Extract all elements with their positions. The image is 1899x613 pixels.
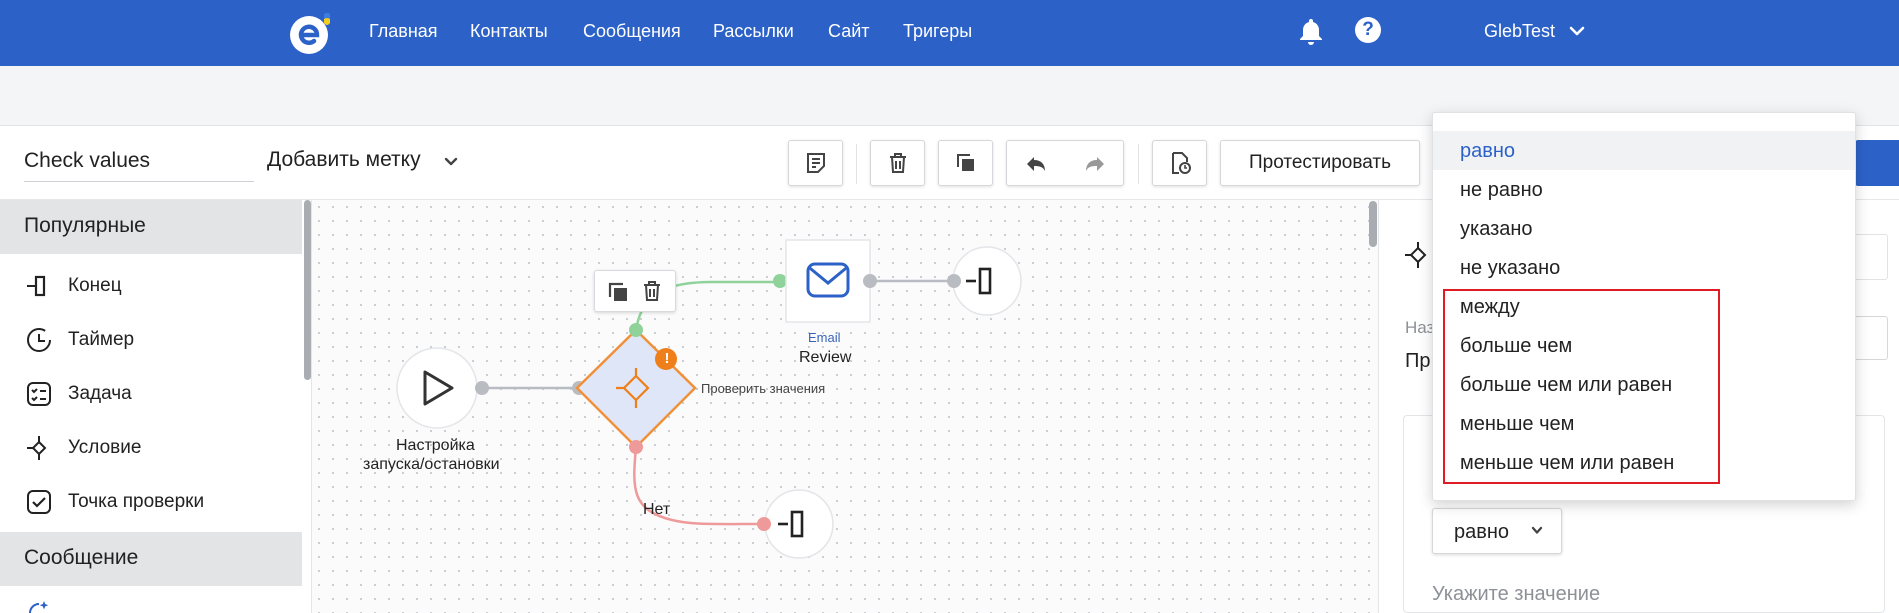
end-node-top-port	[947, 274, 961, 288]
end-icon	[24, 271, 54, 301]
test-button[interactable]: Протестировать	[1220, 140, 1420, 186]
sidebar-item-label: Задача	[68, 383, 132, 404]
dropdown-option-specified[interactable]: указано	[1433, 209, 1855, 248]
chevron-down-icon[interactable]	[1569, 25, 1585, 37]
sidebar-scrollbar[interactable]	[304, 200, 311, 380]
chevron-down-icon[interactable]	[443, 156, 459, 168]
email-node-type: Email	[808, 330, 841, 345]
help-icon[interactable]: ?	[1355, 17, 1381, 43]
end-node-top	[952, 246, 1022, 316]
dropdown-option-not-equals[interactable]: не равно	[1433, 170, 1855, 209]
chevron-down-icon[interactable]	[1530, 526, 1544, 536]
sidebar-section-message[interactable]: Сообщение	[0, 532, 302, 586]
email-node-out-port	[863, 274, 877, 288]
node-action-toolbar	[594, 270, 676, 312]
redo-button[interactable]	[1065, 141, 1124, 187]
sidebar-item-label: Точка проверки	[68, 491, 205, 512]
value-input[interactable]: Укажите значение	[1432, 583, 1600, 606]
flow-graph	[396, 239, 1022, 559]
copy-button[interactable]	[938, 140, 993, 186]
document-history-icon	[1171, 152, 1191, 174]
email-node	[785, 239, 871, 323]
user-menu[interactable]: GlebTest	[1484, 21, 1555, 42]
warning-icon: !	[664, 350, 670, 367]
sidebar-item-timer[interactable]: Таймер	[24, 325, 134, 355]
timer-icon	[24, 325, 54, 355]
condition-node-label: Проверить значения	[701, 381, 826, 396]
checkpoint-icon	[24, 487, 54, 517]
condition-node	[575, 328, 697, 449]
end-node-bottom-port	[757, 517, 771, 531]
toolbar-divider	[1138, 144, 1139, 184]
delete-button[interactable]	[870, 140, 925, 186]
email-node-in-port	[773, 274, 787, 288]
highlight-annotation-box	[1443, 289, 1720, 484]
dropdown-option-equals[interactable]: равно	[1433, 131, 1855, 170]
scenario-title-input[interactable]: Check values	[24, 146, 254, 182]
nav-messages[interactable]: Сообщения	[583, 21, 681, 42]
name-field-value[interactable]: Пр	[1405, 350, 1431, 373]
dropdown-option-not-specified[interactable]: не указано	[1433, 248, 1855, 287]
nav-triggers[interactable]: Тригеры	[903, 21, 972, 42]
sidebar-item-label: Таймер	[68, 329, 135, 350]
condition-icon	[24, 433, 54, 463]
name-field-label: Наз	[1405, 318, 1435, 337]
condition-no-port	[629, 440, 643, 454]
sidebar-item-label: Конец	[68, 275, 122, 296]
start-node-label-line2: запуска/остановки	[363, 456, 500, 473]
start-node-label-line1: Настройка	[396, 437, 475, 454]
nav-home[interactable]: Главная	[369, 21, 438, 42]
notes-button[interactable]	[788, 140, 843, 186]
sidebar-item-label: Условие	[68, 437, 142, 458]
save-dropdown-button[interactable]	[1855, 140, 1899, 186]
undo-button[interactable]	[1006, 141, 1065, 187]
nav-mailings[interactable]: Рассылки	[713, 21, 794, 42]
add-tag-button[interactable]: Добавить метку	[267, 148, 421, 172]
nav-site[interactable]: Сайт	[828, 21, 870, 42]
condition-yes-port	[629, 323, 643, 337]
nav-contacts[interactable]: Контакты	[470, 21, 548, 42]
copy-icon[interactable]	[606, 280, 630, 304]
trash-icon	[889, 153, 906, 173]
bell-icon[interactable]	[1297, 16, 1325, 46]
start-node	[396, 347, 478, 429]
undo-icon	[1026, 157, 1045, 171]
sidebar-item-end[interactable]: Конец	[24, 271, 122, 301]
sidebar-section-popular[interactable]: Популярные	[0, 200, 302, 254]
history-button[interactable]	[1152, 140, 1207, 186]
no-branch-label: Нет	[643, 501, 671, 518]
app-logo[interactable]	[288, 10, 336, 58]
condition-icon	[1405, 242, 1427, 268]
copy-icon	[956, 154, 974, 171]
task-icon	[24, 379, 54, 409]
email-node-name: Review	[799, 349, 852, 366]
toolbar-divider	[856, 144, 857, 184]
sidebar-item-checkpoint[interactable]: Точка проверки	[24, 487, 204, 517]
sparkle-icon	[29, 601, 49, 613]
end-node-bottom	[764, 489, 834, 559]
sidebar-item-condition[interactable]: Условие	[24, 433, 141, 463]
notes-icon	[806, 153, 825, 173]
sidebar-item-task[interactable]: Задача	[24, 379, 132, 409]
redo-icon	[1085, 157, 1104, 171]
trash-icon[interactable]	[640, 279, 664, 303]
start-node-port	[475, 381, 489, 395]
